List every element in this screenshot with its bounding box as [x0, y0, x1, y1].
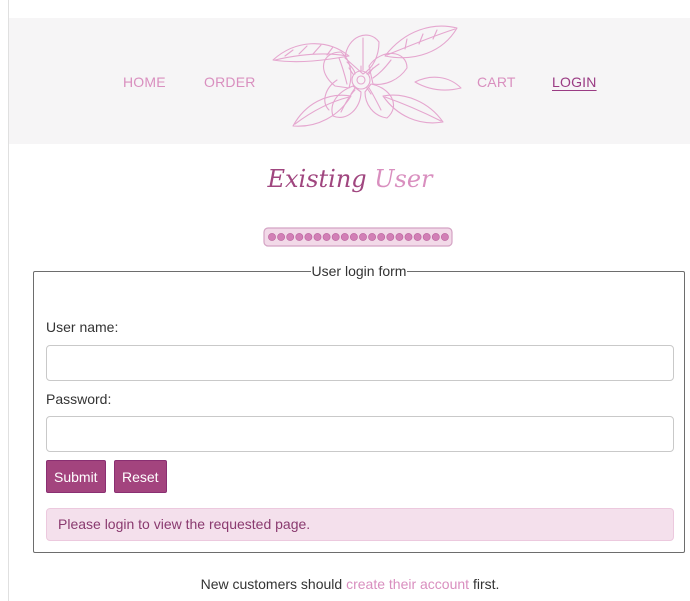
- create-account-link[interactable]: create their account: [346, 576, 469, 592]
- pearl-bead: [268, 233, 276, 241]
- page-title-part2: User: [374, 165, 433, 193]
- page-title-part1: Existing: [267, 165, 367, 193]
- username-label: User name:: [46, 319, 119, 335]
- magnolia-flower-icon: [272, 25, 462, 127]
- pearl-bead: [277, 233, 285, 241]
- login-form-legend: User login form: [311, 263, 407, 279]
- pearl-bead: [413, 233, 422, 241]
- pearl-bead: [331, 233, 340, 241]
- reset-button[interactable]: Reset: [114, 460, 167, 493]
- pearl-bead: [304, 233, 313, 241]
- pearl-bead: [422, 233, 431, 241]
- pearl-bead: [404, 233, 413, 241]
- pearl-bead: [322, 233, 331, 241]
- new-customer-note-prefix: New customers should: [200, 576, 347, 592]
- pearl-bead: [386, 233, 395, 241]
- login-form: User login form User name: Password: Sub…: [33, 263, 685, 553]
- pearl-bead: [368, 233, 376, 241]
- site-header: HOME ORDER CART LOGIN: [9, 18, 690, 144]
- pearl-bead: [295, 233, 304, 241]
- password-label: Password:: [46, 391, 112, 407]
- login-required-alert: Please login to view the requested page.: [46, 508, 674, 541]
- nav-order-link[interactable]: ORDER: [204, 74, 256, 90]
- nav-cart-link[interactable]: CART: [477, 74, 516, 90]
- pearl-bead: [377, 233, 386, 241]
- top-strip: [9, 0, 690, 18]
- pearl-bead: [350, 233, 358, 241]
- new-customer-note: New customers should create their accoun…: [9, 576, 690, 592]
- pearl-strand-icon: [263, 227, 453, 247]
- nav-login-link[interactable]: LOGIN: [552, 74, 597, 90]
- new-customer-note-suffix: first.: [469, 576, 500, 592]
- page-frame: HOME ORDER CART LOGIN Existing User User…: [8, 0, 690, 601]
- pearl-bead: [359, 233, 367, 241]
- page-title: Existing User: [9, 165, 690, 193]
- pearl-bead: [340, 233, 349, 241]
- password-input[interactable]: [46, 416, 674, 452]
- pearl-bead: [395, 233, 404, 241]
- pearl-bead: [313, 233, 322, 241]
- username-input[interactable]: [46, 345, 674, 381]
- submit-button[interactable]: Submit: [46, 460, 106, 493]
- pearl-bead: [431, 233, 440, 241]
- nav-home-link[interactable]: HOME: [123, 74, 166, 90]
- pearl-bead: [440, 233, 449, 241]
- pearl-bead: [286, 233, 295, 241]
